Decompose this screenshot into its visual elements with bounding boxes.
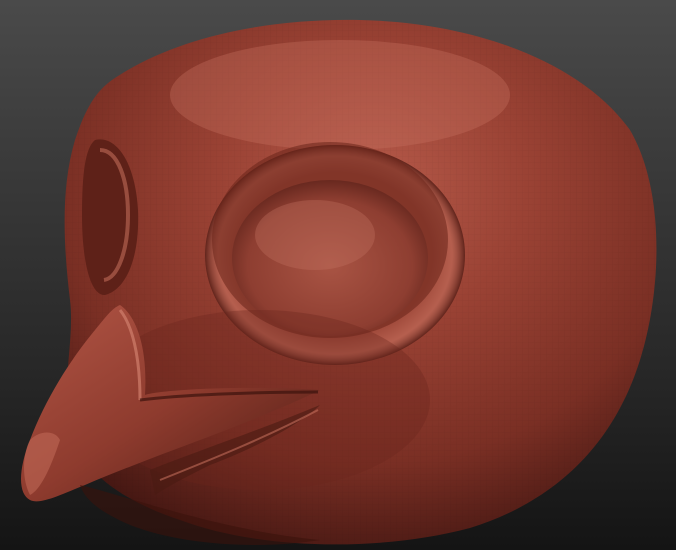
viewport <box>0 0 676 550</box>
sculpt-render <box>21 19 657 545</box>
forehead-highlight <box>170 40 510 150</box>
